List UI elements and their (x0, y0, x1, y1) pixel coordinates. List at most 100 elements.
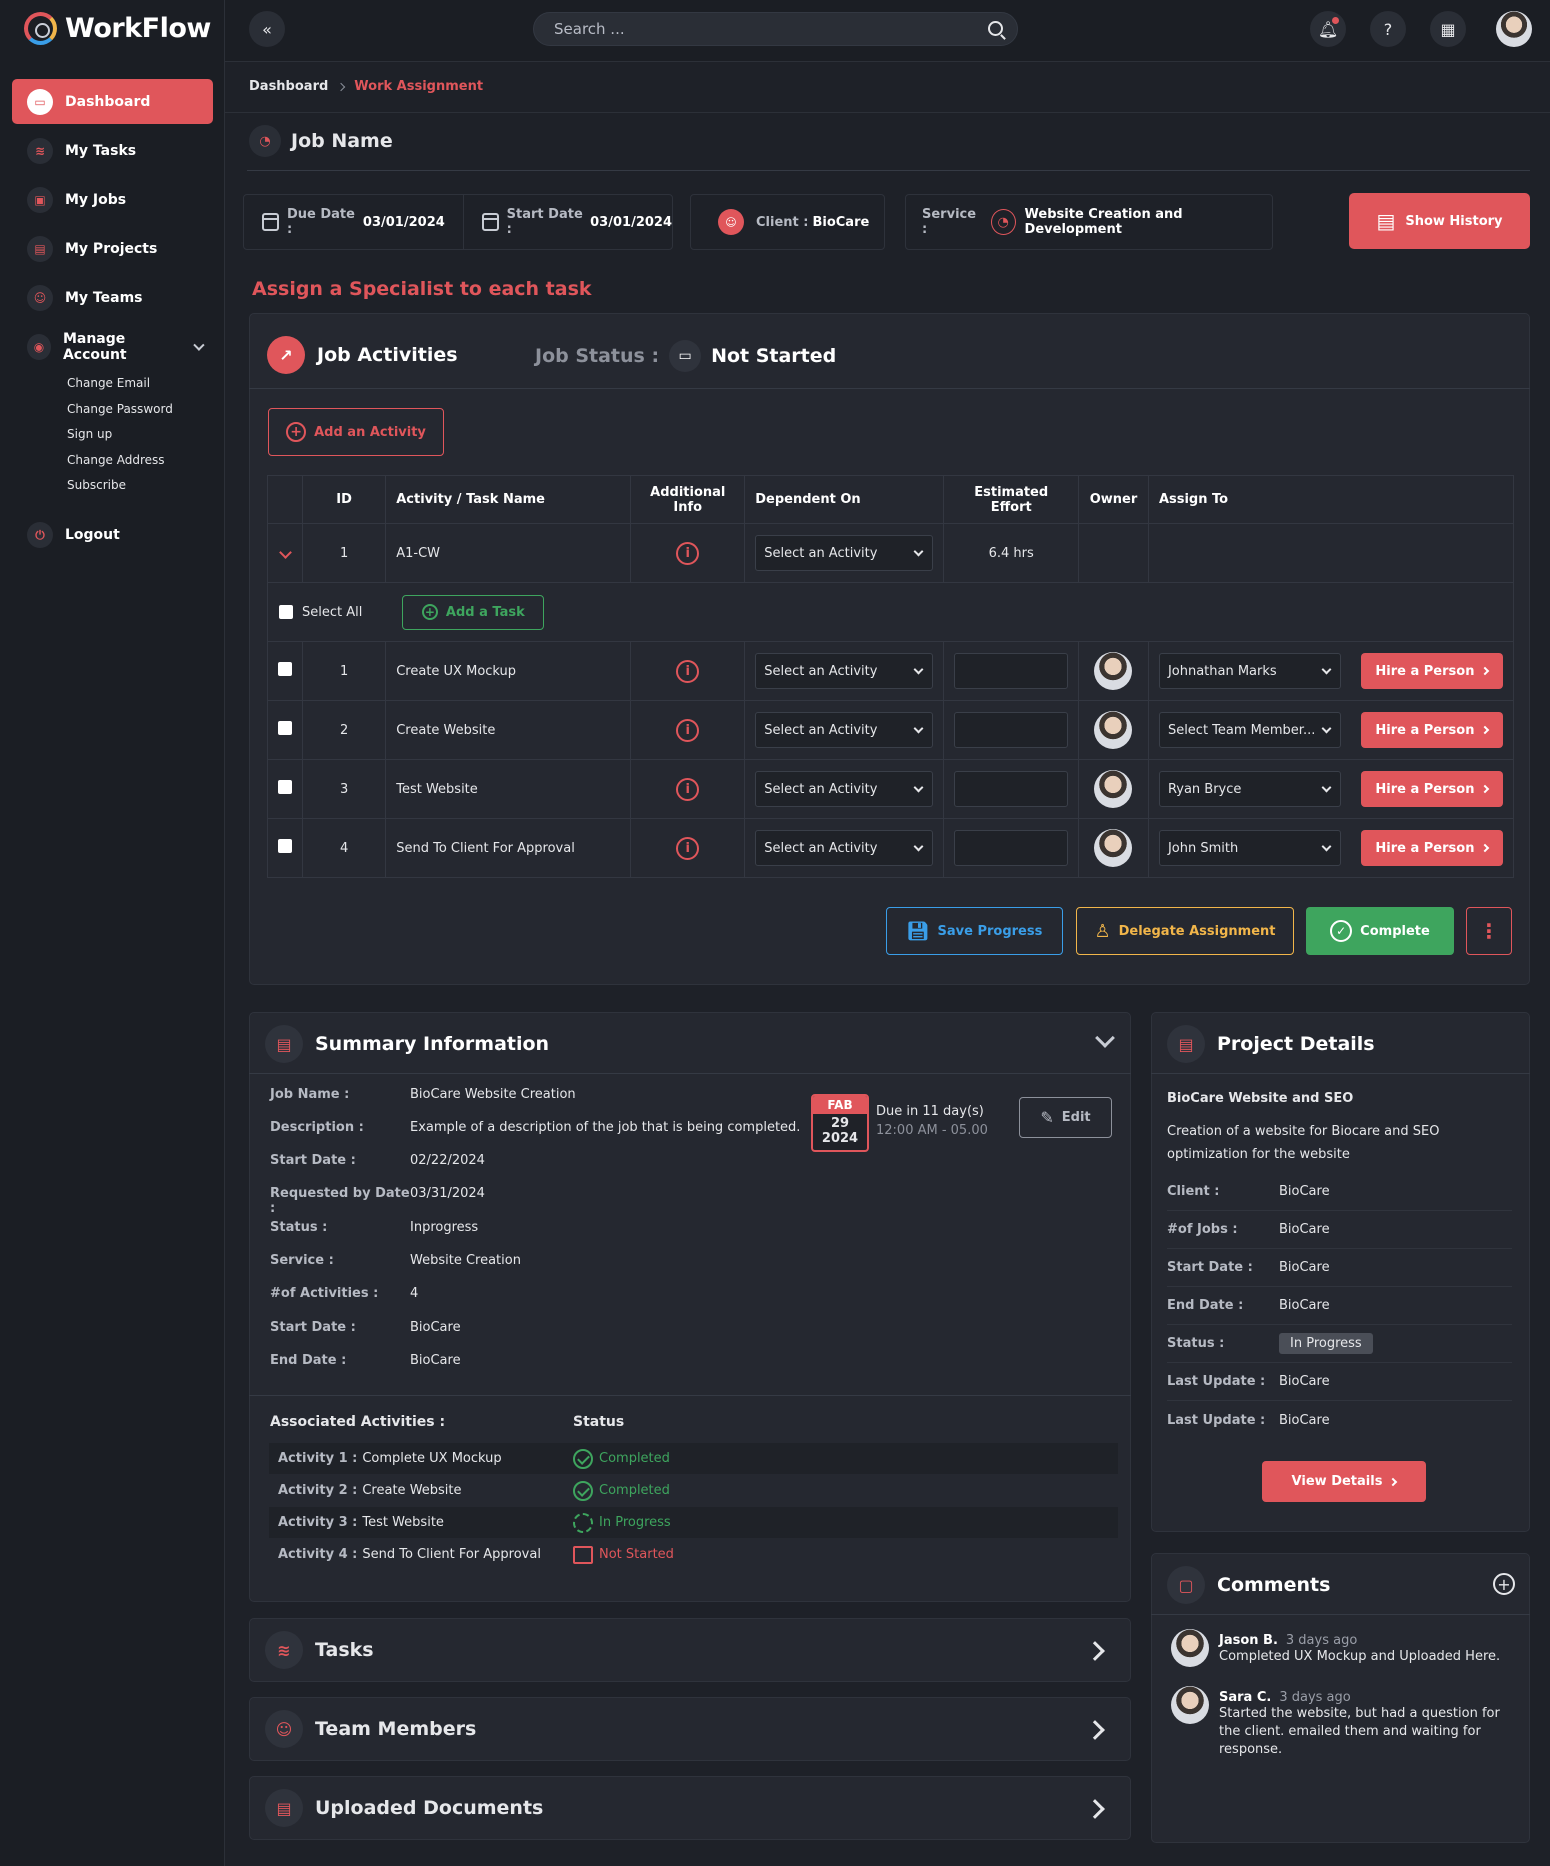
select-value: Select an Activity (764, 663, 878, 679)
plus-circle-icon: + (286, 422, 307, 442)
sidebar-item-my-jobs[interactable]: ▣ My Jobs (12, 177, 213, 222)
status-text: Completed (599, 1451, 670, 1466)
table-row: 1 Create UX Mockup i Select an Activity … (267, 641, 1515, 701)
notifications-button[interactable]: 🔔︎ (1310, 11, 1346, 47)
double-chevron-left-icon: « (262, 19, 272, 39)
sidebar-item-manage-account[interactable]: ◉ Manage Account (12, 324, 213, 369)
assign-cell: Johnathan Marks Hire a Person (1147, 641, 1515, 701)
info-icon[interactable]: i (676, 659, 700, 683)
effort-input[interactable] (954, 653, 1069, 689)
job-status-label: Job Status : (535, 345, 660, 367)
page-title: ◔ Job Name (249, 125, 393, 157)
task-checkbox[interactable] (278, 780, 292, 794)
summary-value: 03/31/2024 (410, 1186, 485, 1201)
app-logo[interactable]: WorkFlow (24, 12, 211, 45)
info-icon[interactable]: i (676, 777, 700, 801)
collapse-sidebar-button[interactable]: « (249, 11, 285, 47)
task-info-cell: i (630, 759, 746, 819)
hire-person-button[interactable]: Hire a Person (1360, 712, 1503, 748)
task-id: 4 (301, 818, 387, 878)
dependent-select[interactable]: Select an Activity (755, 712, 934, 748)
check-circle-icon (573, 1448, 593, 1469)
dependent-select[interactable]: Select an Activity (755, 771, 934, 807)
save-progress-button[interactable]: 💾︎ Save Progress (886, 907, 1063, 955)
effort-input[interactable] (954, 771, 1069, 807)
select-all-checkbox[interactable] (279, 605, 293, 619)
submenu-change-email[interactable]: Change Email (67, 371, 213, 397)
effort-input[interactable] (954, 830, 1069, 866)
dependent-select[interactable]: Select an Activity (755, 535, 934, 571)
breadcrumb-root[interactable]: Dashboard (249, 79, 328, 94)
sidebar-item-my-projects[interactable]: ▤ My Projects (12, 226, 213, 271)
assign-cell (1147, 523, 1515, 583)
sidebar-item-label: My Teams (65, 289, 143, 306)
users-icon: ☺ (265, 1710, 303, 1748)
dependent-select[interactable]: Select an Activity (755, 653, 934, 689)
team-members-section[interactable]: ☺ Team Members (249, 1697, 1131, 1761)
info-icon[interactable]: i (676, 541, 700, 565)
service-value: Website Creation and Development (1024, 207, 1183, 237)
task-dependent-cell: Select an Activity (744, 818, 945, 878)
dependent-select[interactable]: Select an Activity (755, 830, 934, 866)
complete-button[interactable]: ✓ Complete (1306, 907, 1454, 955)
uploaded-documents-section[interactable]: ▤ Uploaded Documents (249, 1776, 1131, 1840)
submenu-subscribe[interactable]: Subscribe (67, 473, 213, 499)
checkbox-cell (267, 818, 303, 878)
delegate-assignment-button[interactable]: ♙ Delegate Assignment (1076, 907, 1294, 955)
task-info-cell: i (630, 700, 746, 760)
task-effort-cell (943, 818, 1080, 878)
checkbox-cell (267, 759, 303, 819)
status-text: Not Started (599, 1547, 674, 1562)
chevron-down-icon (913, 841, 924, 851)
task-checkbox[interactable] (278, 662, 292, 676)
sidebar-item-my-teams[interactable]: ☺ My Teams (12, 275, 213, 320)
task-checkbox[interactable] (278, 721, 292, 735)
submenu-change-password[interactable]: Change Password (67, 397, 213, 423)
project-key: End Date : (1167, 1298, 1244, 1313)
edit-button[interactable]: ✎ Edit (1019, 1097, 1112, 1138)
expand-toggle[interactable] (267, 523, 303, 583)
user-avatar[interactable] (1496, 11, 1532, 47)
activity-name: Send To Client For Approval (362, 1547, 541, 1562)
divider (249, 1395, 1131, 1396)
summary-key: Start Date : (270, 1153, 356, 1168)
info-icon[interactable]: i (676, 718, 700, 742)
search-input[interactable]: Search ... (533, 12, 1018, 46)
assign-cell: John Smith Hire a Person (1147, 818, 1515, 878)
assign-select[interactable]: Ryan Bryce (1158, 771, 1341, 807)
add-activity-button[interactable]: + Add an Activity (268, 408, 444, 456)
hire-person-button[interactable]: Hire a Person (1360, 653, 1503, 689)
sidebar-item-dashboard[interactable]: ▭ Dashboard (12, 79, 213, 124)
chevron-right-icon (1085, 1799, 1105, 1819)
submenu-sign-up[interactable]: Sign up (67, 422, 213, 448)
info-icon[interactable]: i (676, 836, 700, 860)
summary-row: End Date : BioCare (270, 1353, 461, 1368)
assign-select[interactable]: Select Team Member... (1158, 712, 1341, 748)
assign-select[interactable]: John Smith (1158, 830, 1341, 866)
help-button[interactable]: ? (1370, 11, 1406, 47)
task-checkbox[interactable] (278, 839, 292, 853)
activity-name: Test Website (362, 1515, 444, 1530)
apps-button[interactable]: ▦ (1430, 11, 1466, 47)
project-value: BioCare (1279, 1260, 1330, 1275)
add-comment-button[interactable]: + (1493, 1573, 1515, 1595)
sidebar-item-logout[interactable]: ⏻ Logout (12, 513, 213, 558)
submenu-change-address[interactable]: Change Address (67, 448, 213, 474)
activity-status: Not Started (573, 1545, 674, 1564)
more-options-button[interactable]: ⋮ (1466, 907, 1512, 955)
hire-label: Hire a Person (1375, 722, 1475, 738)
effort-input[interactable] (954, 712, 1069, 748)
assign-select[interactable]: Johnathan Marks (1158, 653, 1341, 689)
hire-person-button[interactable]: Hire a Person (1360, 771, 1503, 807)
view-details-button[interactable]: View Details (1262, 1461, 1426, 1502)
search-icon[interactable] (988, 21, 1003, 36)
task-dependent-cell: Select an Activity (744, 641, 945, 701)
add-task-label: Add a Task (445, 604, 525, 620)
plus-circle-icon: + (1497, 1574, 1511, 1594)
select-value: Select Team Member... (1167, 722, 1316, 738)
sidebar-item-my-tasks[interactable]: ≋ My Tasks (12, 128, 213, 173)
hire-person-button[interactable]: Hire a Person (1360, 830, 1503, 866)
show-history-button[interactable]: ▤ Show History (1349, 193, 1530, 249)
tasks-section[interactable]: ≋ Tasks (249, 1618, 1131, 1682)
add-task-button[interactable]: + Add a Task (402, 594, 545, 630)
